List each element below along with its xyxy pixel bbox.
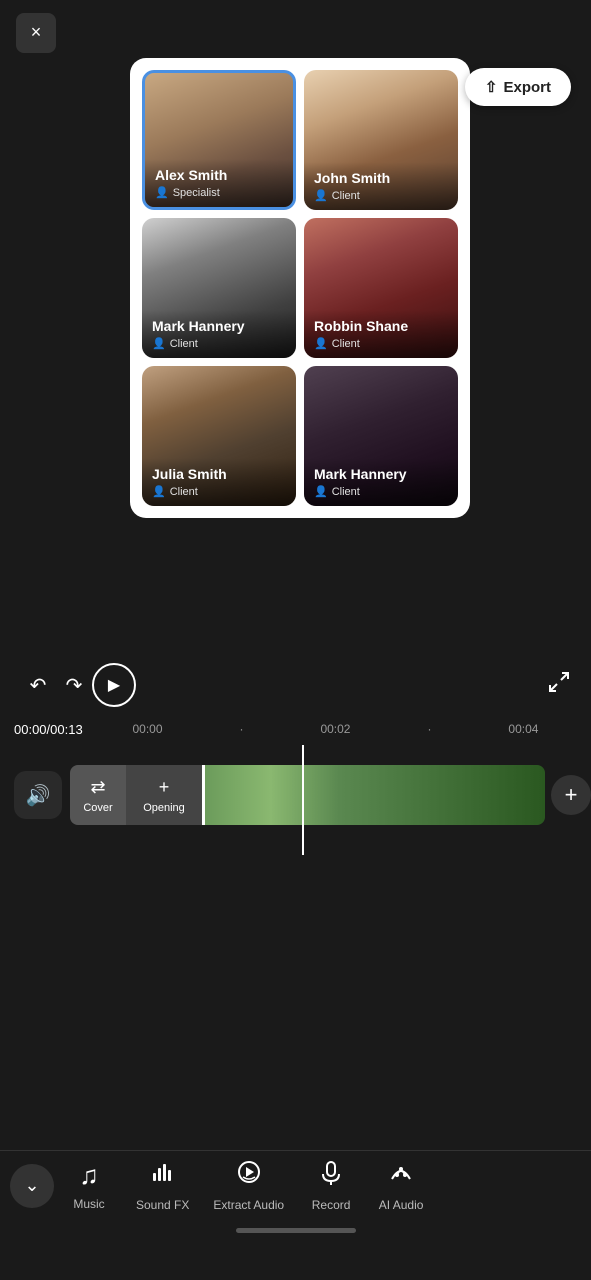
person-role-label-robbin: Client	[332, 338, 360, 350]
track-cover[interactable]: ⇄ Cover	[70, 765, 126, 825]
mark-2: 00:04	[508, 722, 538, 736]
person-role-label-mark2: Client	[332, 486, 360, 498]
add-icon: +	[565, 782, 578, 808]
person-role-julia: 👤 Client	[152, 485, 286, 498]
bottom-tabs-row: ⌄ ♫ Music Sound FX	[0, 1151, 591, 1220]
person-icon-mark2: 👤	[314, 485, 328, 498]
timecode-marks: 00:00 · 00:02 · 00:04	[94, 722, 577, 736]
fullscreen-button[interactable]	[547, 670, 571, 700]
person-selection-popup: Alex Smith 👤 Specialist John Smith 👤 Cli…	[130, 58, 470, 518]
track-playhead-overlay	[202, 765, 205, 825]
total-time: 00:13	[50, 722, 83, 737]
person-role-robbin: 👤 Client	[314, 337, 448, 350]
person-name-john: John Smith	[314, 170, 448, 186]
person-icon-julia: 👤	[152, 485, 166, 498]
ai-audio-icon	[388, 1159, 414, 1192]
record-icon	[318, 1159, 344, 1192]
home-indicator	[236, 1228, 356, 1233]
person-icon-mark-h: 👤	[152, 337, 166, 350]
mark-dot-1: ·	[239, 722, 243, 736]
playhead	[302, 745, 304, 855]
mark-0: 00:00	[132, 722, 162, 736]
mark-dot-2: ·	[427, 722, 431, 736]
track-items: ⇄ Cover + Opening	[70, 765, 202, 825]
music-icon: ♫	[79, 1160, 99, 1191]
person-card-john-smith[interactable]: John Smith 👤 Client	[304, 70, 458, 210]
tab-extract-audio[interactable]: Extract Audio	[201, 1151, 296, 1220]
ai-audio-label: AI Audio	[379, 1198, 424, 1212]
current-time: 00:00	[14, 722, 47, 737]
person-name-robbin: Robbin Shane	[314, 318, 448, 334]
person-role-label-alex: Specialist	[173, 187, 220, 199]
redo-button[interactable]: ↷	[56, 667, 92, 703]
person-card-julia-smith[interactable]: Julia Smith 👤 Client	[142, 366, 296, 506]
person-info-julia: Julia Smith 👤 Client	[142, 458, 296, 506]
track-video[interactable]	[202, 765, 545, 825]
person-name-julia: Julia Smith	[152, 466, 286, 482]
person-grid: Alex Smith 👤 Specialist John Smith 👤 Cli…	[142, 70, 458, 506]
person-card-mark-hannery-2[interactable]: Mark Hannery 👤 Client	[304, 366, 458, 506]
add-track-button[interactable]: +	[551, 775, 591, 815]
person-role-alex: 👤 Specialist	[155, 186, 283, 199]
opening-icon: +	[159, 777, 170, 798]
sound-fx-icon	[150, 1159, 176, 1192]
tab-music[interactable]: ♫ Music	[54, 1152, 124, 1219]
mark-1: 00:02	[320, 722, 350, 736]
extract-audio-label: Extract Audio	[213, 1198, 284, 1212]
person-role-mark2: 👤 Client	[314, 485, 448, 498]
timecode-display: 00:00/00:13	[14, 722, 94, 737]
bottom-toolbar: ⌄ ♫ Music Sound FX	[0, 1150, 591, 1280]
export-button[interactable]: ⇧ Export	[465, 68, 571, 106]
export-label: Export	[503, 79, 551, 96]
timecode-bar: 00:00/00:13 00:00 · 00:02 · 00:04	[0, 715, 591, 743]
speaker-icon: 🔊	[26, 783, 51, 808]
timeline-track: 🔊 ⇄ Cover + Opening +	[0, 750, 591, 840]
cover-label: Cover	[83, 802, 112, 814]
track-opening[interactable]: + Opening	[126, 765, 202, 825]
person-info-mark-h: Mark Hannery 👤 Client	[142, 310, 296, 358]
person-name-alex: Alex Smith	[155, 167, 283, 183]
chevron-down-icon: ⌄	[24, 1175, 39, 1196]
music-label: Music	[73, 1197, 104, 1211]
person-role-label-john: Client	[332, 190, 360, 202]
person-info-mark2: Mark Hannery 👤 Client	[304, 458, 458, 506]
person-role-label-julia: Client	[170, 486, 198, 498]
audio-track-icon[interactable]: 🔊	[14, 771, 62, 819]
person-role-label-mark-h: Client	[170, 338, 198, 350]
close-icon: ×	[31, 22, 42, 43]
person-name-mark2: Mark Hannery	[314, 466, 448, 482]
sound-fx-label: Sound FX	[136, 1198, 189, 1212]
person-info-alex: Alex Smith 👤 Specialist	[145, 159, 293, 207]
person-card-alex-smith[interactable]: Alex Smith 👤 Specialist	[142, 70, 296, 210]
play-button[interactable]: ▶	[92, 663, 136, 707]
person-icon-john: 👤	[314, 189, 328, 202]
cover-icon: ⇄	[90, 777, 105, 798]
play-icon: ▶	[108, 675, 120, 695]
close-button[interactable]: ×	[16, 13, 56, 53]
tab-sound-fx[interactable]: Sound FX	[124, 1151, 201, 1220]
person-card-robbin-shane[interactable]: Robbin Shane 👤 Client	[304, 218, 458, 358]
person-icon-alex: 👤	[155, 186, 169, 199]
person-name-mark-h: Mark Hannery	[152, 318, 286, 334]
person-role-john: 👤 Client	[314, 189, 448, 202]
person-info-john: John Smith 👤 Client	[304, 162, 458, 210]
tab-ai-audio[interactable]: AI Audio	[366, 1151, 436, 1220]
opening-label: Opening	[143, 802, 185, 814]
person-info-robbin: Robbin Shane 👤 Client	[304, 310, 458, 358]
export-icon: ⇧	[485, 78, 498, 96]
extract-audio-icon	[236, 1159, 262, 1192]
person-role-mark-h: 👤 Client	[152, 337, 286, 350]
record-label: Record	[312, 1198, 351, 1212]
timeline-controls: ↶ ↷ ▶	[0, 655, 591, 715]
undo-button[interactable]: ↶	[20, 667, 56, 703]
collapse-button[interactable]: ⌄	[10, 1164, 54, 1208]
person-card-mark-hannery[interactable]: Mark Hannery 👤 Client	[142, 218, 296, 358]
tab-record[interactable]: Record	[296, 1151, 366, 1220]
person-icon-robbin: 👤	[314, 337, 328, 350]
